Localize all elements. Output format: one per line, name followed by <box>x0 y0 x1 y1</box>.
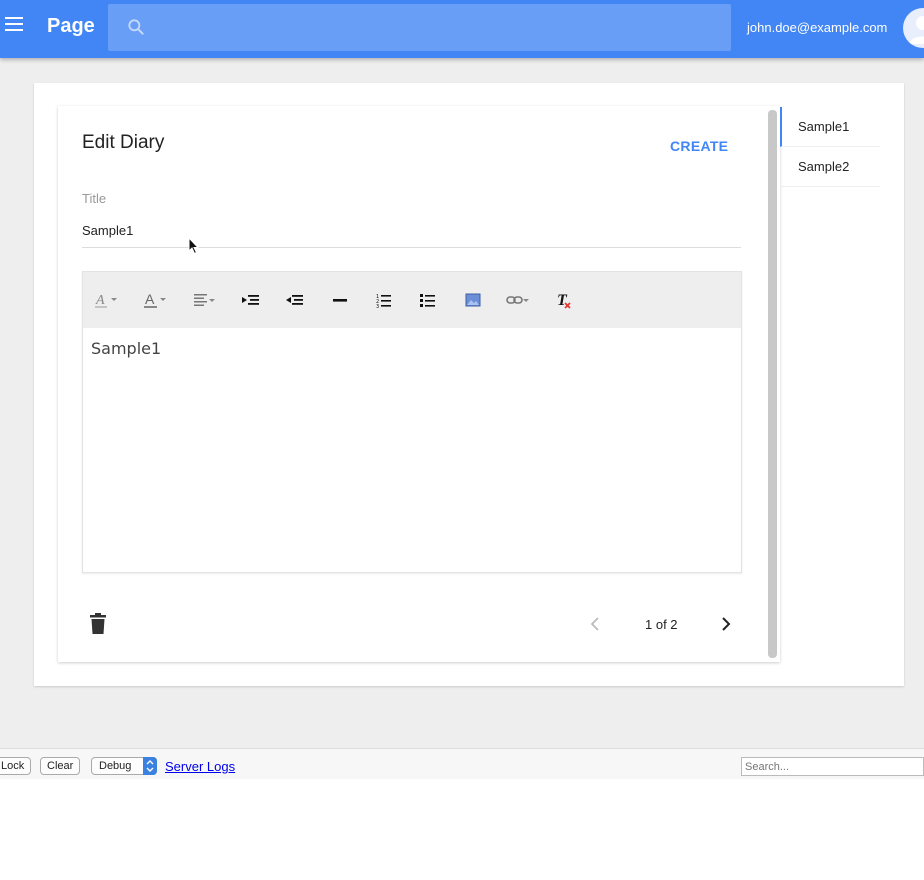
font-color-icon[interactable]: A <box>142 289 168 311</box>
page-title: Edit Diary <box>82 132 165 153</box>
title-field[interactable]: Sample1 <box>82 223 741 248</box>
lock-button[interactable]: Lock <box>0 757 32 775</box>
ordered-list-icon[interactable]: 1 2 3 <box>371 289 397 311</box>
link-icon[interactable] <box>504 289 530 311</box>
bottom-panel <box>0 779 924 880</box>
debug-toolbar: Lock Clear Debug Server Logs <box>0 748 924 779</box>
unordered-list-icon[interactable] <box>415 289 441 311</box>
mouse-cursor-icon <box>188 237 200 255</box>
avatar[interactable] <box>903 8 924 48</box>
svg-text:3: 3 <box>376 304 379 310</box>
font-style-icon[interactable]: A <box>93 289 119 311</box>
indent-icon[interactable] <box>238 289 264 311</box>
user-email: john.doe@example.com <box>747 20 888 35</box>
align-icon[interactable] <box>191 289 217 311</box>
log-level-select[interactable]: Debug <box>91 757 157 775</box>
horizontal-rule-icon[interactable] <box>327 289 353 311</box>
editor-toolbar: A A 1 2 3 T <box>83 272 741 328</box>
title-label: Title <box>82 191 107 206</box>
log-level-value: Debug <box>99 760 132 772</box>
editor-content[interactable]: Sample1 <box>91 339 161 358</box>
server-logs-link[interactable]: Server Logs <box>165 759 235 774</box>
menu-icon[interactable] <box>5 17 25 33</box>
search-input[interactable] <box>108 4 731 51</box>
svg-text:A: A <box>145 291 155 307</box>
search-icon <box>128 19 144 35</box>
user-icon <box>909 16 924 44</box>
select-arrow-icon <box>143 757 157 775</box>
image-icon[interactable] <box>460 289 486 311</box>
next-page-button[interactable] <box>719 616 733 632</box>
scrollbar[interactable] <box>768 110 777 658</box>
app-bar: Page john.doe@example.com <box>0 0 924 58</box>
rich-text-editor: A A 1 2 3 T Sample1 <box>82 271 742 573</box>
diary-list: Sample1 Sample2 <box>780 107 880 187</box>
pager-indicator: 1 of 2 <box>645 617 678 632</box>
create-button[interactable]: CREATE <box>670 138 728 154</box>
clear-format-icon[interactable]: T <box>553 289 579 311</box>
outdent-icon[interactable] <box>282 289 308 311</box>
delete-icon[interactable] <box>89 613 107 635</box>
list-item-sample2[interactable]: Sample2 <box>780 147 880 187</box>
debug-search-input[interactable] <box>741 757 924 776</box>
svg-text:A: A <box>95 293 105 308</box>
prev-page-button[interactable] <box>588 616 602 632</box>
clear-button[interactable]: Clear <box>40 757 81 775</box>
app-title: Page <box>47 15 95 37</box>
list-item-sample1[interactable]: Sample1 <box>780 107 880 147</box>
